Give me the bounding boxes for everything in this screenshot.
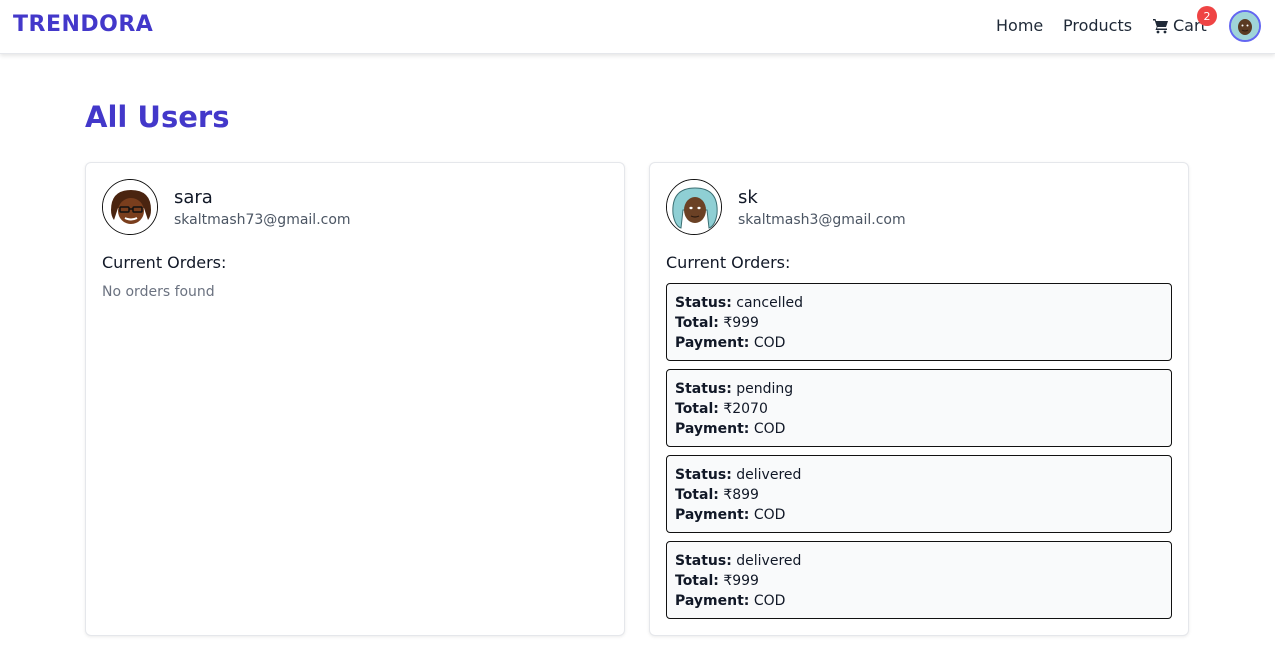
status-label: Status: — [675, 467, 732, 483]
payment-label: Payment: — [675, 593, 750, 609]
order-item: Status: delivered Total: ₹999 Payment: C… — [666, 541, 1172, 619]
order-payment: COD — [753, 335, 786, 351]
current-orders-heading: Current Orders: — [102, 253, 227, 272]
order-status: delivered — [736, 553, 802, 569]
total-label: Total: — [675, 401, 719, 417]
profile-avatar[interactable] — [1229, 10, 1261, 42]
user-avatar — [102, 179, 158, 235]
payment-label: Payment: — [675, 421, 750, 437]
order-list: Status: cancelled Total: ₹999 Payment: C… — [666, 283, 1172, 627]
user-card: sk skaltmash3@gmail.com Current Orders: … — [649, 162, 1189, 636]
status-label: Status: — [675, 295, 732, 311]
user-name: sara — [174, 187, 213, 208]
order-total: ₹2070 — [723, 401, 768, 417]
cart-icon — [1153, 18, 1168, 33]
avatar-face-icon — [667, 180, 721, 234]
status-label: Status: — [675, 553, 732, 569]
user-email: skaltmash73@gmail.com — [174, 212, 351, 228]
cart-count-badge: 2 — [1197, 6, 1217, 26]
order-status: pending — [736, 381, 794, 397]
order-status: delivered — [736, 467, 802, 483]
user-email: skaltmash3@gmail.com — [738, 212, 906, 228]
order-status: cancelled — [736, 295, 804, 311]
total-label: Total: — [675, 315, 719, 331]
avatar-face-icon — [103, 180, 157, 234]
user-name: sk — [738, 187, 758, 208]
payment-label: Payment: — [675, 335, 750, 351]
status-label: Status: — [675, 381, 732, 397]
order-item: Status: cancelled Total: ₹999 Payment: C… — [666, 283, 1172, 361]
page-title: All Users — [85, 100, 230, 134]
order-total: ₹899 — [723, 487, 759, 503]
order-total: ₹999 — [723, 315, 759, 331]
order-payment: COD — [753, 421, 786, 437]
nav-home-link[interactable]: Home — [996, 16, 1043, 35]
order-payment: COD — [753, 593, 786, 609]
user-card: sara skaltmash73@gmail.com Current Order… — [85, 162, 625, 636]
no-orders-message: No orders found — [102, 284, 215, 300]
total-label: Total: — [675, 487, 719, 503]
total-label: Total: — [675, 573, 719, 589]
navbar: TRENDORA Home Products Cart 2 — [0, 0, 1275, 54]
user-avatar — [666, 179, 722, 235]
avatar-face-icon — [1231, 12, 1259, 40]
order-item: Status: delivered Total: ₹899 Payment: C… — [666, 455, 1172, 533]
order-payment: COD — [753, 507, 786, 523]
payment-label: Payment: — [675, 507, 750, 523]
current-orders-heading: Current Orders: — [666, 253, 791, 272]
brand-logo[interactable]: TRENDORA — [13, 12, 153, 37]
order-item: Status: pending Total: ₹2070 Payment: CO… — [666, 369, 1172, 447]
order-total: ₹999 — [723, 573, 759, 589]
nav-products-link[interactable]: Products — [1063, 16, 1132, 35]
